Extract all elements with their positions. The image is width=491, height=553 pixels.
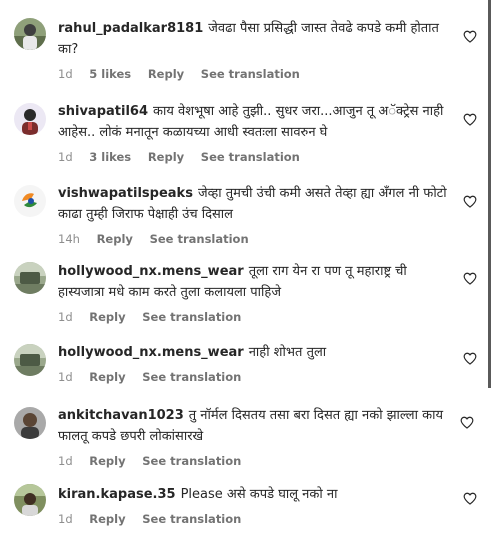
see-translation-button[interactable]: See translation bbox=[142, 454, 241, 468]
see-translation-button[interactable]: See translation bbox=[142, 310, 241, 324]
like-heart-icon[interactable] bbox=[463, 113, 477, 126]
likes-count[interactable]: 5 likes bbox=[89, 67, 131, 81]
comment-time: 1d bbox=[58, 454, 73, 468]
comment-username[interactable]: vishwapatilspeaks bbox=[58, 186, 193, 201]
comment-meta: 14h Reply See translation bbox=[58, 232, 451, 246]
reply-button[interactable]: Reply bbox=[89, 310, 125, 324]
see-translation-button[interactable]: See translation bbox=[142, 370, 241, 384]
reply-button[interactable]: Reply bbox=[89, 454, 125, 468]
comment-username[interactable]: kiran.kapase.35 bbox=[58, 487, 176, 502]
like-heart-icon[interactable] bbox=[460, 416, 474, 429]
reply-button[interactable]: Reply bbox=[89, 370, 125, 384]
comment-time: 14h bbox=[58, 232, 80, 246]
comment-meta: 1d Reply See translation bbox=[58, 512, 451, 526]
avatar[interactable] bbox=[14, 344, 46, 376]
comment-text: Please असे कपडे घालू नको ना bbox=[180, 487, 338, 502]
avatar[interactable] bbox=[14, 407, 46, 439]
comment-username[interactable]: ankitchavan1023 bbox=[58, 408, 184, 423]
comment-meta: 1d Reply See translation bbox=[58, 310, 451, 324]
comment-time: 1d bbox=[58, 150, 73, 164]
see-translation-button[interactable]: See translation bbox=[150, 232, 249, 246]
reply-button[interactable]: Reply bbox=[148, 150, 184, 164]
comment-username[interactable]: shivapatil64 bbox=[58, 104, 148, 119]
comment-meta: 1d Reply See translation bbox=[58, 454, 451, 468]
like-heart-icon[interactable] bbox=[463, 352, 477, 365]
reply-button[interactable]: Reply bbox=[148, 67, 184, 81]
comment-username[interactable]: hollywood_nx.mens_wear bbox=[58, 345, 244, 360]
reply-button[interactable]: Reply bbox=[89, 512, 125, 526]
comment-time: 1d bbox=[58, 370, 73, 384]
like-heart-icon[interactable] bbox=[463, 195, 477, 208]
avatar[interactable] bbox=[14, 18, 46, 50]
like-heart-icon[interactable] bbox=[463, 492, 477, 505]
comment-username[interactable]: hollywood_nx.mens_wear bbox=[58, 264, 244, 279]
like-heart-icon[interactable] bbox=[463, 30, 477, 43]
see-translation-button[interactable]: See translation bbox=[201, 67, 300, 81]
avatar[interactable] bbox=[14, 103, 46, 135]
avatar[interactable] bbox=[14, 262, 46, 294]
like-heart-icon[interactable] bbox=[463, 272, 477, 285]
comment-username[interactable]: rahul_padalkar8181 bbox=[58, 21, 203, 36]
likes-count[interactable]: 3 likes bbox=[89, 150, 131, 164]
comment-time: 1d bbox=[58, 67, 73, 81]
avatar[interactable] bbox=[14, 185, 46, 217]
see-translation-button[interactable]: See translation bbox=[201, 150, 300, 164]
see-translation-button[interactable]: See translation bbox=[142, 512, 241, 526]
avatar[interactable] bbox=[14, 484, 46, 516]
comment-time: 1d bbox=[58, 512, 73, 526]
comment-meta: 1d Reply See translation bbox=[58, 370, 451, 384]
comment-meta: 1d 3 likes Reply See translation bbox=[58, 150, 451, 164]
comment-meta: 1d 5 likes Reply See translation bbox=[58, 67, 451, 81]
comment-text: नाही शोभत तुला bbox=[248, 345, 327, 360]
comment-time: 1d bbox=[58, 310, 73, 324]
reply-button[interactable]: Reply bbox=[97, 232, 133, 246]
